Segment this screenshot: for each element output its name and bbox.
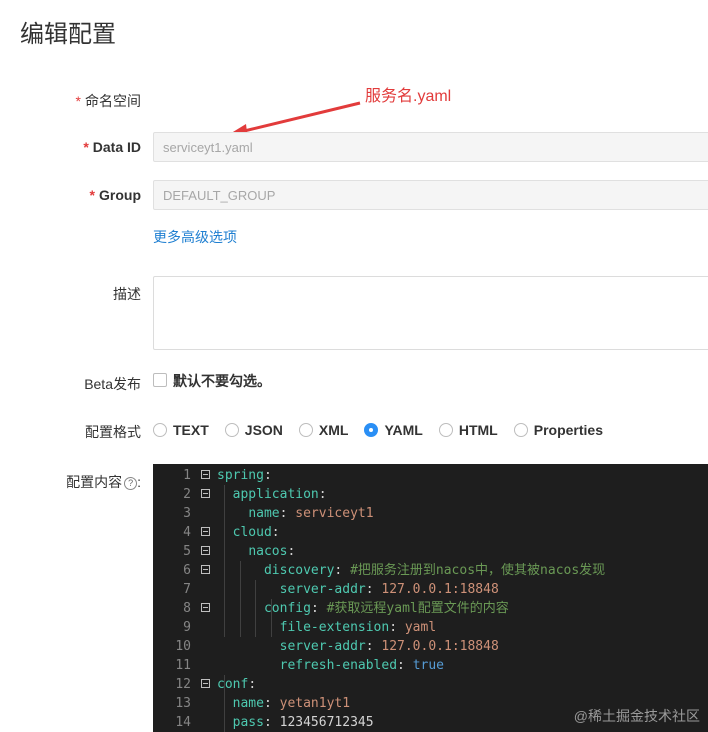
radio-icon	[513, 423, 528, 437]
line-number: 2	[183, 487, 191, 502]
fold-toggle-icon[interactable]	[201, 470, 210, 479]
fold-toggle-icon[interactable]	[201, 603, 210, 612]
format-radio-group: TEXT JSON XML YAML HTML Properties	[153, 420, 619, 440]
fold-toggle-icon[interactable]	[201, 546, 210, 555]
radio-icon	[438, 423, 453, 437]
code-text: config: #获取远程yaml配置文件的内容	[263, 601, 509, 616]
code-line[interactable]: 4 cloud:	[153, 523, 708, 542]
line-number: 1	[183, 468, 191, 483]
radio-checked-icon	[364, 423, 379, 437]
code-text: cloud:	[232, 525, 280, 540]
line-number: 12	[175, 677, 191, 692]
data-id-input[interactable]: serviceyt1.yaml	[153, 132, 708, 162]
description-label: 描述	[113, 286, 141, 302]
watermark: @稀土掘金技术社区	[573, 708, 700, 724]
line-number: 3	[183, 506, 191, 521]
code-text: pass: 123456712345	[232, 715, 374, 730]
code-text: name: yetan1yt1	[232, 696, 351, 711]
line-number: 8	[183, 601, 191, 616]
line-number: 7	[183, 582, 191, 597]
beta-label: Beta发布	[84, 376, 141, 392]
code-line[interactable]: 10 server-addr: 127.0.0.1:18848	[153, 637, 708, 656]
format-option-xml[interactable]: XML	[298, 422, 348, 438]
fold-toggle-icon[interactable]	[201, 489, 210, 498]
code-text: application:	[232, 487, 327, 502]
format-option-text[interactable]: TEXT	[153, 422, 209, 438]
code-text: file-extension: yaml	[279, 620, 437, 635]
code-editor[interactable]: 1 spring: 2 application: 3 name: serviceyt1…	[153, 464, 708, 732]
code-text: server-addr: 127.0.0.1:18848	[279, 639, 499, 654]
beta-checkbox-label: 默认不要勾选。	[173, 373, 271, 389]
code-text: spring:	[217, 468, 272, 483]
format-label: 配置格式	[85, 424, 141, 440]
question-circle-icon[interactable]: ?	[124, 477, 138, 490]
format-option-html[interactable]: HTML	[438, 422, 498, 438]
line-number: 11	[175, 658, 191, 673]
fold-toggle-icon[interactable]	[201, 527, 210, 536]
code-line[interactable]: 3 name: serviceyt1	[153, 504, 708, 523]
radio-icon	[153, 423, 167, 437]
code-text: conf:	[217, 677, 257, 692]
code-text: discovery: #把服务注册到nacos中，使其被nacos发现	[263, 563, 606, 578]
code-line[interactable]: 9 file-extension: yaml	[153, 618, 708, 637]
line-number: 9	[183, 620, 191, 635]
namespace-label: * 命名空间	[75, 93, 141, 109]
line-number: 4	[183, 525, 191, 540]
fold-toggle-icon[interactable]	[201, 565, 210, 574]
code-text: nacos:	[248, 544, 296, 559]
code-line[interactable]: 1 spring:	[153, 466, 708, 485]
format-option-yaml[interactable]: YAML	[364, 422, 423, 438]
group-input[interactable]: DEFAULT_GROUP	[153, 180, 708, 210]
description-textarea[interactable]	[153, 276, 708, 350]
code-text: refresh-enabled: true	[279, 658, 444, 673]
fold-toggle-icon[interactable]	[201, 679, 210, 688]
code-line[interactable]: 8 config: #获取远程yaml配置文件的内容	[153, 599, 708, 618]
data-id-label: * Data ID	[83, 139, 141, 155]
line-number: 5	[183, 544, 191, 559]
code-line[interactable]: 2 application:	[153, 485, 708, 504]
code-text: name: serviceyt1	[248, 506, 374, 521]
more-advanced-options-link[interactable]: 更多高级选项	[153, 227, 237, 247]
content-label: 配置内容?:	[66, 474, 141, 490]
beta-checkbox[interactable]	[153, 373, 167, 387]
radio-icon	[224, 423, 239, 437]
line-number: 14	[175, 715, 191, 730]
code-line[interactable]: 12 conf:	[153, 675, 708, 694]
format-option-properties[interactable]: Properties	[513, 422, 603, 438]
code-text: server-addr: 127.0.0.1:18848	[279, 582, 499, 597]
line-number: 13	[175, 696, 191, 711]
code-line[interactable]: 7 server-addr: 127.0.0.1:18848	[153, 580, 708, 599]
line-number: 10	[175, 639, 191, 654]
format-option-json[interactable]: JSON	[224, 422, 283, 438]
code-line[interactable]: 6 discovery: #把服务注册到nacos中，使其被nacos发现	[153, 561, 708, 580]
radio-icon	[298, 423, 313, 437]
code-line[interactable]: 11 refresh-enabled: true	[153, 656, 708, 675]
line-number: 6	[183, 563, 191, 578]
code-line[interactable]: 5 nacos:	[153, 542, 708, 561]
group-label: * Group	[89, 187, 141, 203]
